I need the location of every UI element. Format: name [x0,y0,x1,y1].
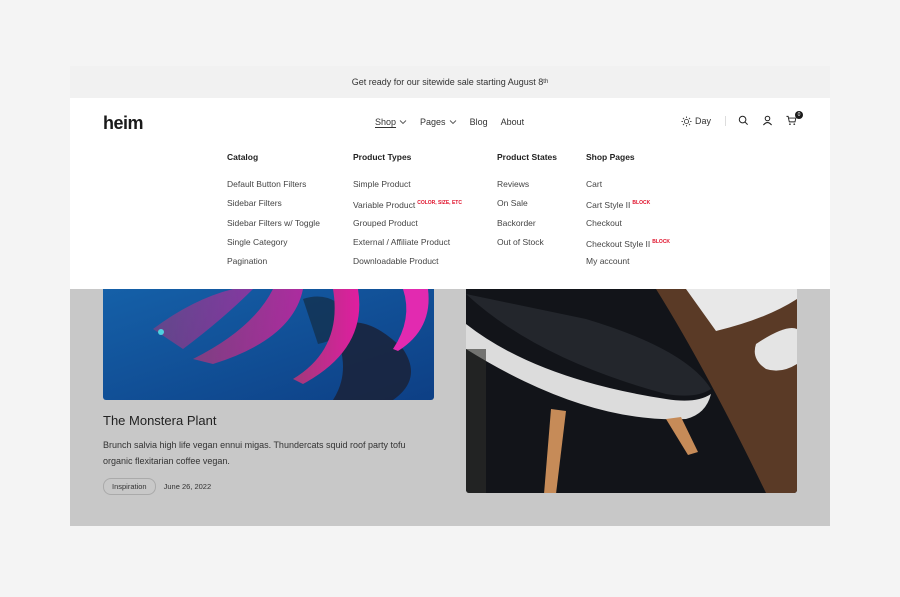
post-title[interactable]: The Monstera Plant [103,413,216,428]
post-date: June 26, 2022 [163,482,212,491]
menu-link-label: Checkout Style II [586,238,651,249]
post-meta: Inspiration June 26, 2022 [103,478,211,495]
menu-link[interactable]: On Sale [497,197,557,216]
site-header: heim Shop Pages Blog About Day 0 Catalog… [70,98,830,289]
nav-label: Shop [375,117,397,127]
post-excerpt: Brunch salvia high life vegan ennui miga… [103,440,406,466]
menu-link[interactable]: Sidebar Filters [227,197,320,216]
menu-column-shop-pages: Shop Pages Cart Cart Style II BLOCK Check… [586,152,670,274]
nav-item-blog[interactable]: Blog [470,117,488,127]
menu-link[interactable]: Simple Product [353,178,462,197]
menu-link[interactable]: Cart [586,178,670,197]
chevron-down-icon [449,120,456,125]
column-title: Shop Pages [586,152,635,162]
menu-link[interactable]: Downloadable Product [353,255,462,274]
white-chair-photo [466,289,797,493]
theme-label: Day [695,116,712,126]
menu-link[interactable]: External / Affiliate Product [353,236,462,255]
menu-tag: COLOR, SIZE, ETC [417,200,462,207]
menu-link[interactable]: Checkout [586,217,670,236]
menu-link[interactable]: Pagination [227,255,320,274]
nav-label: Pages [420,117,446,127]
category-badge[interactable]: Inspiration [103,478,156,495]
menu-link[interactable]: Out of Stock [497,236,557,255]
announcement-text: Get ready for our sitewide sale starting… [351,77,544,87]
sun-icon [681,115,692,127]
menu-link[interactable]: Reviews [497,178,557,197]
menu-tag: BLOCK [652,238,671,245]
cart-button[interactable]: 0 [786,111,804,127]
menu-link[interactable]: Grouped Product [353,217,462,236]
menu-link[interactable]: Variable Product COLOR, SIZE, ETC [353,197,462,216]
nav-label: Blog [469,117,488,127]
nav-label: About [500,117,525,127]
search-icon [738,115,748,125]
menu-link[interactable]: Checkout Style II BLOCK [586,236,670,255]
main-nav: Shop Pages Blog About [375,117,524,127]
column-title: Catalog [227,152,259,162]
nav-item-shop[interactable]: Shop [375,117,407,127]
post-image-monstera[interactable] [103,289,434,400]
header-tools: Day 0 [681,111,810,127]
page-frame: Get ready for our sitewide sale starting… [70,66,830,526]
menu-link[interactable]: Default Button Filters [227,178,320,197]
menu-link[interactable]: Single Category [227,236,320,255]
announcement-sup: th [543,79,549,85]
menu-link-label: Cart Style II [586,200,631,211]
theme-toggle[interactable]: Day [681,115,712,127]
column-title: Product Types [353,152,412,162]
column-title: Product States [497,152,557,162]
account-button[interactable] [762,115,774,127]
chevron-down-icon [399,120,407,125]
nav-item-pages[interactable]: Pages [420,117,457,127]
site-logo[interactable]: heim [103,113,144,134]
cart-count-badge: 0 [795,111,804,119]
menu-column-catalog: Catalog Default Button Filters Sidebar F… [227,152,320,274]
search-button[interactable] [738,115,750,127]
menu-column-product-types: Product Types Simple Product Variable Pr… [353,152,462,274]
post-image-chair[interactable] [466,289,797,493]
menu-column-product-states: Product States Reviews On Sale Backorder… [497,152,557,255]
menu-tag: BLOCK [632,200,651,207]
divider [725,116,727,126]
menu-link[interactable]: Cart Style II BLOCK [586,197,670,216]
menu-link-label: Variable Product [353,200,416,211]
announcement-bar: Get ready for our sitewide sale starting… [70,66,830,98]
user-icon [763,115,773,126]
menu-link[interactable]: Backorder [497,217,557,236]
menu-link[interactable]: Sidebar Filters w/ Toggle [227,217,320,236]
monstera-leaf-photo [103,289,434,400]
nav-item-about[interactable]: About [501,117,525,127]
menu-link[interactable]: My account [586,255,670,274]
